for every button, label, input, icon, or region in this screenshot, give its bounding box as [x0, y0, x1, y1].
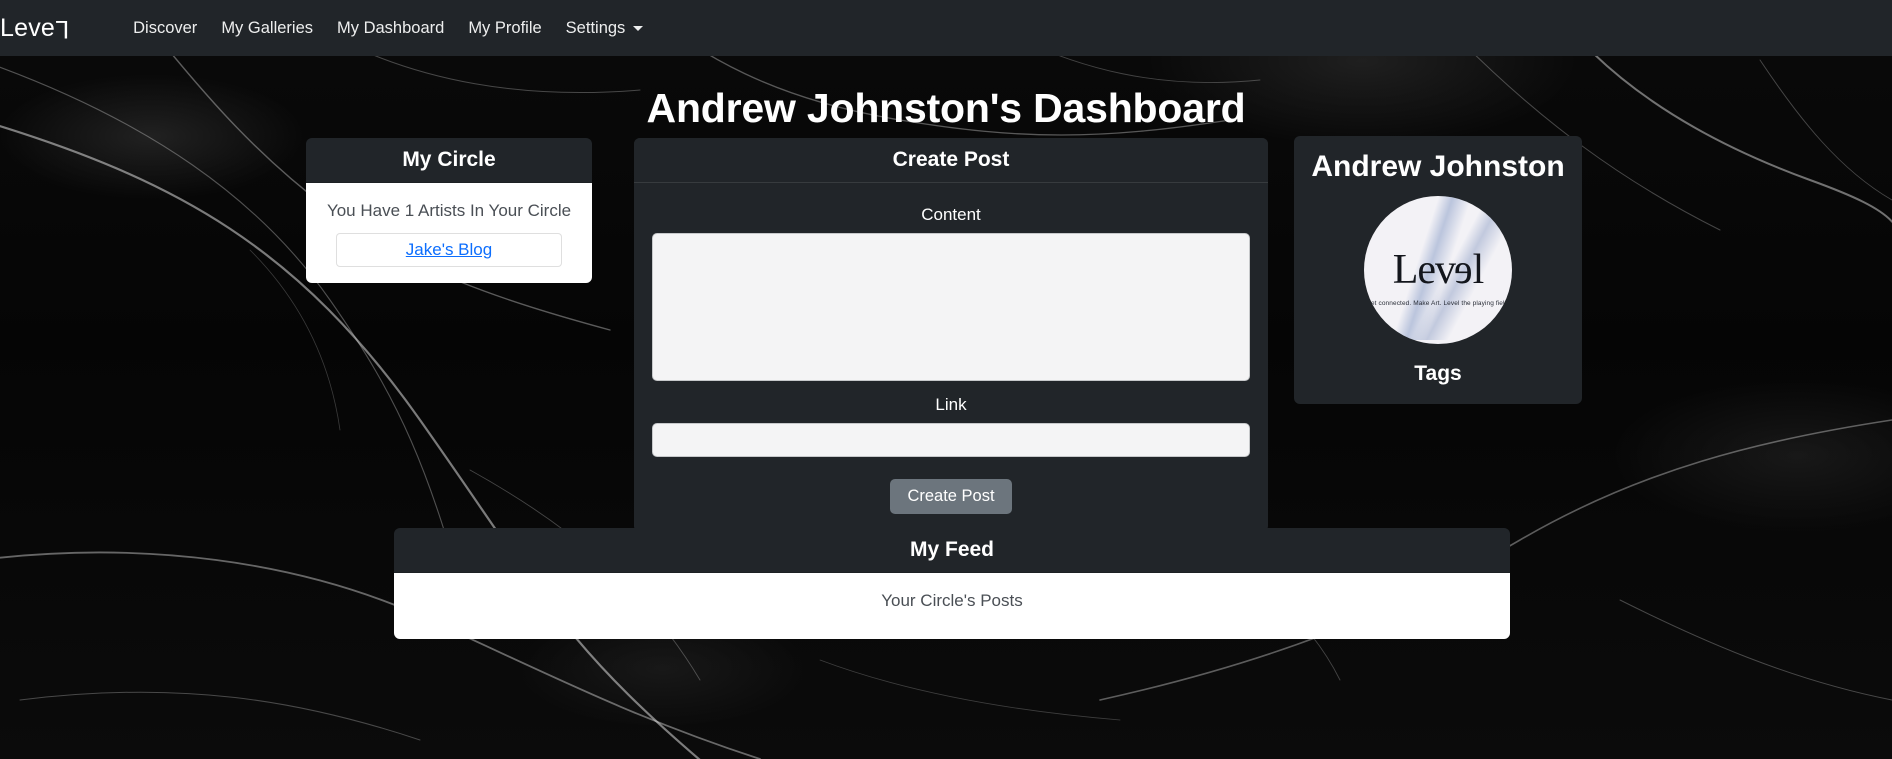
create-post-header: Create Post — [634, 138, 1268, 183]
top-navbar: Leve L Discover My Galleries My Dashboard… — [0, 0, 1892, 56]
my-circle-card: My Circle You Have 1 Artists In Your Cir… — [306, 138, 592, 283]
my-circle-body: You Have 1 Artists In Your Circle Jake's… — [306, 183, 592, 283]
nav-link-my-galleries[interactable]: My Galleries — [209, 11, 325, 46]
avatar-logo-flipped-letter: e — [1454, 247, 1473, 293]
nav-link-discover[interactable]: Discover — [121, 11, 209, 46]
avatar[interactable]: Level Get connected. Make Art. Level the… — [1364, 196, 1512, 344]
create-post-card: Create Post Content Link Create Post — [634, 138, 1268, 532]
link-input[interactable] — [652, 423, 1250, 457]
avatar-wrapper: Level Get connected. Make Art. Level the… — [1294, 196, 1582, 344]
nav-links: Discover My Galleries My Dashboard My Pr… — [121, 11, 655, 46]
brand-logo-text: Leve — [0, 13, 56, 42]
create-post-form: Content Link Create Post — [634, 183, 1268, 514]
list-item[interactable]: Jake's Blog — [336, 233, 562, 267]
my-circle-artist-list: Jake's Blog — [336, 233, 562, 267]
my-circle-count: You Have 1 Artists In Your Circle — [326, 201, 572, 220]
content-textarea[interactable] — [652, 233, 1250, 381]
my-feed-body: Your Circle's Posts — [394, 573, 1510, 639]
create-post-submit-button[interactable]: Create Post — [890, 479, 1012, 514]
create-post-actions: Create Post — [652, 479, 1250, 514]
my-feed-header: My Feed — [394, 528, 1510, 573]
my-circle-header: My Circle — [306, 138, 592, 183]
nav-link-my-dashboard[interactable]: My Dashboard — [325, 11, 456, 46]
avatar-logo-suffix: l — [1472, 247, 1485, 293]
nav-dropdown-settings-label: Settings — [565, 18, 626, 37]
dashboard-page: Leve L Discover My Galleries My Dashboard… — [0, 0, 1892, 759]
avatar-logo-prefix: Lev — [1392, 247, 1456, 293]
profile-name: Andrew Johnston — [1311, 150, 1565, 183]
my-feed-card: My Feed Your Circle's Posts — [394, 528, 1510, 639]
avatar-logo-text: Level — [1392, 247, 1485, 293]
nav-link-my-profile[interactable]: My Profile — [456, 11, 553, 46]
content-label: Content — [921, 205, 981, 224]
profile-tags-label: Tags — [1414, 362, 1462, 385]
nav-dropdown-settings[interactable]: Settings — [554, 11, 656, 46]
link-label: Link — [935, 395, 967, 414]
artist-link-jakes-blog[interactable]: Jake's Blog — [406, 240, 492, 259]
page-title: Andrew Johnston's Dashboard — [646, 85, 1246, 132]
brand-logo-flipped-letter: L — [55, 14, 70, 43]
profile-card: Andrew Johnston Level Get connected. Mak… — [1294, 136, 1582, 404]
chevron-down-icon — [633, 25, 644, 31]
brand-logo[interactable]: Leve L — [0, 14, 69, 43]
avatar-tagline: Get connected. Make Art. Level the playi… — [1365, 300, 1511, 307]
